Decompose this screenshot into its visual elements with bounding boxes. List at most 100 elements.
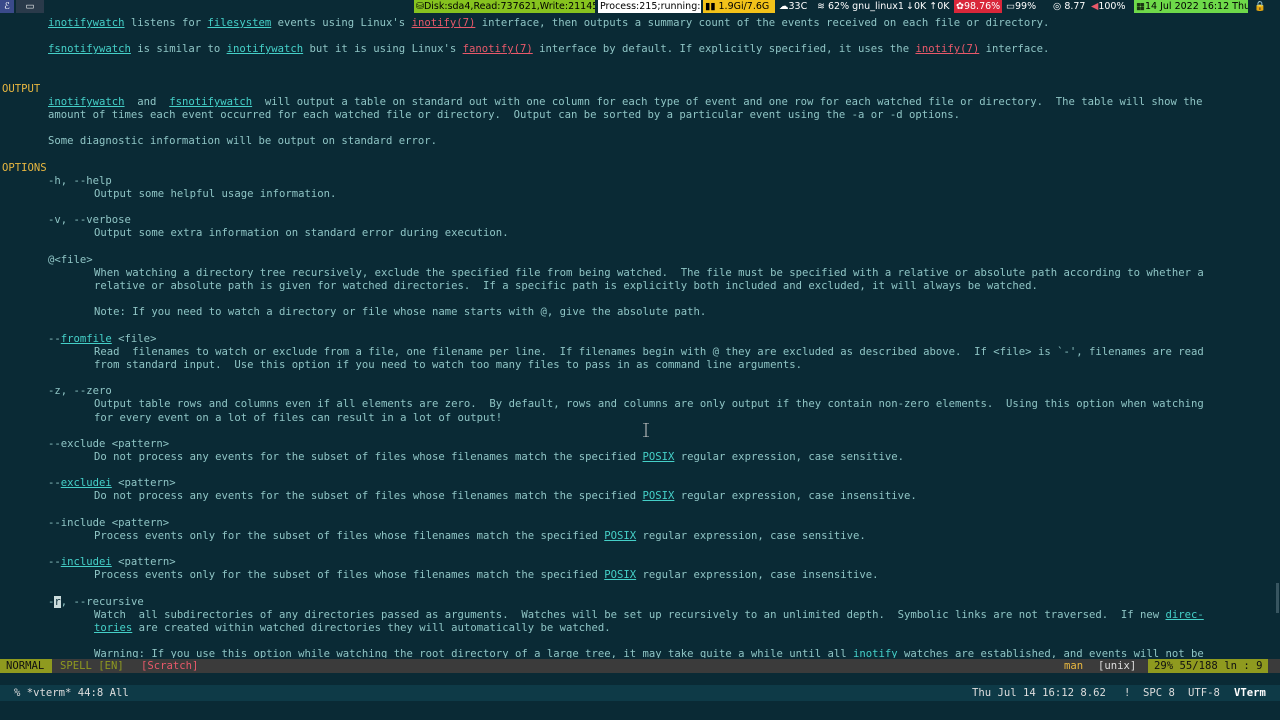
wifi-status[interactable]: ≋ 62% gnu_linux1: [815, 0, 903, 13]
vterm-mode-line: % *vterm* 44:8 All Thu Jul 14 16:12 8.62…: [0, 685, 1280, 701]
lock-icon[interactable]: 🔒: [1252, 0, 1266, 13]
man-line: --exclude <pattern>: [48, 438, 169, 451]
man-link[interactable]: direc-: [1166, 609, 1204, 621]
man-text: amount of times each event occurred for …: [48, 109, 961, 122]
volume-status[interactable]: ◀100%: [1089, 0, 1133, 13]
man-line: inotifywatch listens for filesystem even…: [48, 17, 1049, 30]
vterm-buffer-info[interactable]: % *vterm* 44:8 All: [14, 685, 129, 701]
man-text: Process events only for the subset of fi…: [94, 569, 605, 582]
evil-state: NORMAL: [0, 659, 52, 673]
man-text: regular expression, case insensitive.: [636, 569, 879, 582]
man-link[interactable]: inotify(7): [412, 17, 476, 29]
man-text: Read filenames to watch or exclude from …: [94, 345, 1204, 358]
percent: 29%: [1154, 660, 1174, 672]
calendar-icon: ▦: [1136, 1, 1145, 12]
man-line: -h, --help: [48, 175, 112, 188]
man-link[interactable]: POSIX: [604, 569, 636, 581]
man-page-buffer[interactable]: inotifywatch listens for filesystem even…: [0, 13, 1268, 658]
memory-icon: ▮▮: [705, 1, 716, 12]
man-text: interface, then outputs a summary count …: [475, 17, 1050, 29]
man-link[interactable]: fromfile: [61, 333, 112, 345]
man-line: tories are created within watched direct…: [94, 622, 611, 635]
man-line: Process events only for the subset of fi…: [94, 569, 879, 582]
buffer-name[interactable]: [Scratch]: [141, 659, 198, 673]
man-link[interactable]: fsnotifywatch: [48, 43, 131, 55]
man-text: When watching a directory tree recursive…: [94, 266, 1204, 279]
man-text: -z, --zero: [48, 385, 112, 398]
cloud-icon: ☁: [779, 1, 789, 12]
load-icon: ◎: [1053, 1, 1062, 12]
modified-indicator: !: [1124, 687, 1131, 699]
encoding: UTF-8: [1188, 687, 1220, 699]
man-line: --excludei <pattern>: [48, 477, 176, 490]
man-link[interactable]: POSIX: [643, 451, 675, 463]
man-link[interactable]: inotifywatch: [227, 43, 304, 55]
man-line: Some diagnostic information will be outp…: [48, 135, 437, 148]
window-icon[interactable]: ▭: [16, 0, 44, 13]
man-line: @<file>: [48, 254, 93, 267]
workspace-indicator[interactable]: ℰ: [0, 0, 14, 13]
disk-icon: ⛁: [416, 1, 424, 12]
man-text: --: [48, 332, 61, 345]
man-text: watches are established, and events will…: [897, 648, 1204, 658]
man-line: Do not process any events for the subset…: [94, 451, 904, 464]
man-line: When watching a directory tree recursive…: [94, 267, 1204, 280]
scrollbar[interactable]: [1268, 13, 1280, 658]
man-link[interactable]: inotify: [853, 648, 898, 658]
wifi-icon: ≋: [817, 1, 825, 12]
man-line: Output some extra information on standar…: [94, 227, 509, 240]
man-text: Output table rows and columns even if al…: [94, 398, 1204, 411]
man-link[interactable]: includei: [61, 556, 112, 568]
man-link[interactable]: inotify(7): [915, 43, 979, 55]
man-text: from standard input. Use this option if …: [94, 358, 802, 371]
man-link[interactable]: filesystem: [207, 17, 271, 29]
man-text: <file>: [111, 332, 157, 345]
man-link[interactable]: POSIX: [604, 530, 636, 542]
man-text: --include <pattern>: [48, 516, 170, 529]
man-line: from standard input. Use this option if …: [94, 359, 802, 372]
man-link[interactable]: fsnotifywatch: [169, 96, 252, 108]
datetime-status[interactable]: ▦14 Jul 2022 16:12 Thu: [1134, 0, 1248, 13]
man-text: Watch all subdirectories of any director…: [94, 608, 1166, 621]
man-link[interactable]: tories: [94, 622, 132, 634]
man-link[interactable]: POSIX: [643, 490, 675, 502]
man-line: for every event on a lot of files can re…: [94, 412, 502, 425]
man-text: but it is using Linux's: [303, 43, 463, 56]
man-text: Output some helpful usage information.: [94, 187, 337, 200]
man-line: OUTPUT: [2, 83, 40, 96]
man-text: Warning: If you use this option while wa…: [94, 648, 853, 658]
man-text: Do not process any events for the subset…: [94, 490, 643, 503]
man-text: -v, --verbose: [48, 214, 131, 227]
spell-indicator[interactable]: SPELL [EN]: [60, 659, 124, 673]
man-line: -v, --verbose: [48, 214, 131, 227]
man-link[interactable]: inotifywatch: [48, 17, 125, 29]
man-link[interactable]: fanotify(7): [463, 43, 533, 55]
man-link[interactable]: inotifywatch: [48, 96, 125, 108]
indent-info: SPC 8: [1143, 687, 1175, 699]
man-line: --include <pattern>: [48, 517, 169, 530]
man-text: Process events only for the subset of fi…: [94, 529, 605, 542]
man-link[interactable]: excludei: [61, 477, 112, 489]
battery-icon: ▭: [1006, 1, 1015, 12]
man-line: inotifywatch and fsnotifywatch will outp…: [48, 96, 1202, 109]
scrollbar-thumb[interactable]: [1276, 583, 1279, 613]
eol-type: [unix]: [1098, 660, 1137, 672]
man-text: are created within watched directories t…: [132, 621, 611, 634]
man-line: Warning: If you use this option while wa…: [94, 648, 1204, 658]
man-text: regular expression, case sensitive.: [674, 450, 905, 463]
system-status-bar: ℰ ▭ ⛁Disk:sda4,Read:737621,Write:211452 …: [0, 0, 1280, 13]
man-text: --: [48, 556, 61, 569]
man-text: --exclude <pattern>: [48, 437, 170, 450]
column: ln : 9: [1224, 660, 1263, 672]
mode-line: NORMAL SPELL [EN] [Scratch] man [unix] 2…: [0, 659, 1280, 673]
major-mode[interactable]: man: [1064, 659, 1083, 673]
man-line: -z, --zero: [48, 385, 112, 398]
man-text: <pattern>: [111, 556, 176, 569]
cpu-icon: ✿: [956, 1, 964, 12]
man-line: Output table rows and columns even if al…: [94, 398, 1204, 411]
battery-status: ▭99%: [1006, 1, 1037, 12]
man-text: is similar to: [130, 43, 227, 56]
disk-status: ⛁Disk:sda4,Read:737621,Write:211452: [414, 0, 595, 13]
man-line: --includei <pattern>: [48, 556, 176, 569]
man-text: --: [48, 477, 61, 490]
